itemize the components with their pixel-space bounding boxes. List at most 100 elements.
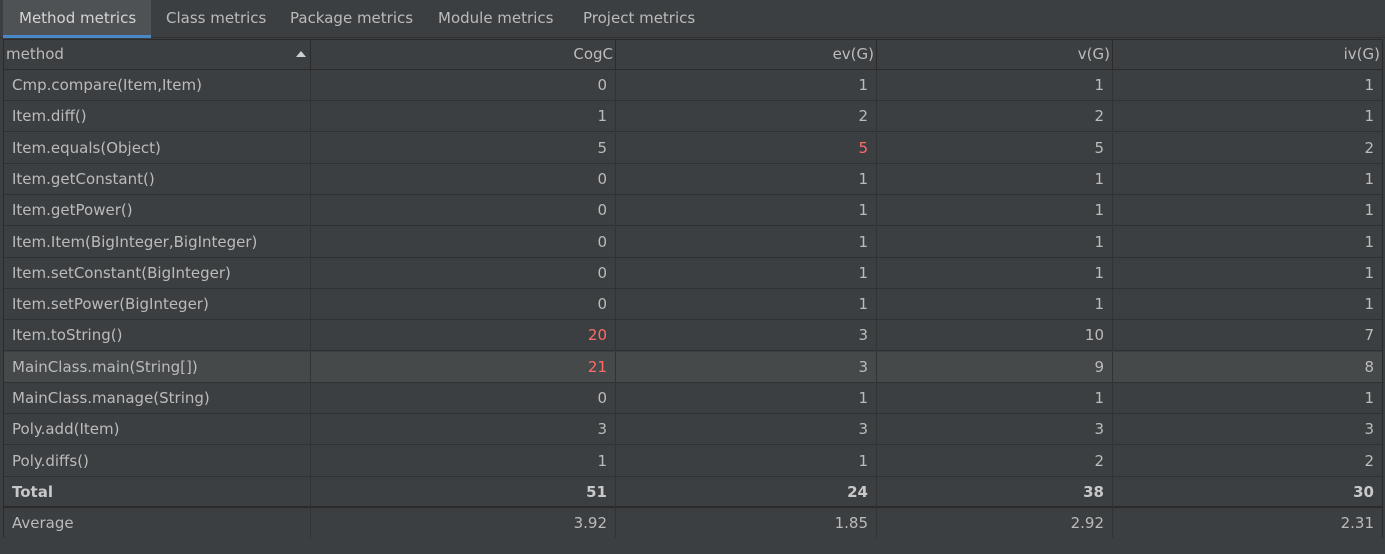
cell-method: Cmp.compare(Item,Item) bbox=[4, 70, 311, 100]
cell-cogc: 0 bbox=[311, 383, 616, 413]
cell-iv: 1 bbox=[1364, 233, 1374, 251]
cell-ev: 1 bbox=[616, 383, 877, 413]
tab-project-metrics[interactable]: Project metrics bbox=[568, 0, 708, 38]
cell-ev: 3 bbox=[616, 414, 877, 444]
cell-v: 3 bbox=[877, 414, 1113, 444]
column-header-iv[interactable]: iv(G) bbox=[1113, 40, 1382, 69]
table-row[interactable]: Cmp.compare(Item,Item) 0 1 1 1 bbox=[4, 70, 1382, 101]
cell-cogc: 21 bbox=[311, 352, 616, 382]
cell-v: 38 bbox=[877, 477, 1113, 507]
cell-cogc: 1 bbox=[311, 101, 616, 131]
cell-v: 1 bbox=[877, 195, 1113, 225]
tab-class-metrics[interactable]: Class metrics bbox=[151, 0, 273, 38]
cell-iv: 1 bbox=[1364, 107, 1374, 125]
table-row[interactable]: Poly.add(Item) 3 3 3 3 bbox=[4, 414, 1382, 445]
table-row[interactable]: MainClass.main(String[]) 21 3 9 8 bbox=[4, 352, 1382, 383]
cell-ev: 1 bbox=[616, 258, 877, 288]
cell-cogc: 0 bbox=[311, 289, 616, 319]
cell-v: 2 bbox=[877, 101, 1113, 131]
cell-ev: 2 bbox=[616, 101, 877, 131]
cell-v: 9 bbox=[877, 352, 1113, 382]
cell-v: 10 bbox=[877, 320, 1113, 350]
cell-v: 1 bbox=[877, 164, 1113, 194]
column-header-ev[interactable]: ev(G) bbox=[616, 40, 877, 69]
cell-iv: 3 bbox=[1364, 420, 1374, 438]
column-header-label: method bbox=[6, 45, 64, 63]
table-row[interactable]: Item.setPower(BigInteger) 0 1 1 1 bbox=[4, 289, 1382, 320]
cell-method: Poly.add(Item) bbox=[4, 414, 311, 444]
tab-module-metrics[interactable]: Module metrics bbox=[423, 0, 566, 38]
cell-ev: 1 bbox=[616, 446, 877, 476]
column-header-cogc[interactable]: CogC bbox=[311, 40, 616, 69]
cell-cogc: 0 bbox=[311, 227, 616, 257]
cell-v: 1 bbox=[877, 70, 1113, 100]
metrics-panel: Method metrics Class metrics Package met… bbox=[0, 0, 1385, 554]
cell-iv: 1 bbox=[1364, 295, 1374, 313]
cell-v: 2 bbox=[877, 446, 1113, 476]
cell-v: 1 bbox=[877, 383, 1113, 413]
cell-method: Poly.diffs() bbox=[4, 446, 311, 476]
cell-method: Item.setPower(BigInteger) bbox=[4, 289, 311, 319]
cell-cogc: 3 bbox=[311, 414, 616, 444]
tab-method-metrics[interactable]: Method metrics bbox=[3, 0, 151, 38]
cell-cogc: 20 bbox=[311, 320, 616, 350]
cell-iv: 1 bbox=[1364, 201, 1374, 219]
cell-ev: 1 bbox=[616, 195, 877, 225]
table-row[interactable]: Item.Item(BigInteger,BigInteger) 0 1 1 1 bbox=[4, 227, 1382, 258]
cell-iv: 2 bbox=[1364, 139, 1374, 157]
cell-ev: 3 bbox=[616, 320, 877, 350]
cell-iv: 8 bbox=[1364, 358, 1374, 376]
cell-method: Item.Item(BigInteger,BigInteger) bbox=[4, 227, 311, 257]
panel-footer bbox=[0, 538, 1385, 554]
cell-ev: 3 bbox=[616, 352, 877, 382]
cell-ev: 1 bbox=[616, 227, 877, 257]
tab-package-metrics[interactable]: Package metrics bbox=[275, 0, 421, 38]
cell-cogc: 0 bbox=[311, 258, 616, 288]
table-row[interactable]: Item.toString() 20 3 10 7 bbox=[4, 320, 1382, 351]
average-row[interactable]: Average 3.92 1.85 2.92 2.31 bbox=[4, 508, 1382, 539]
cell-v: 2.92 bbox=[877, 508, 1113, 538]
total-row[interactable]: Total 51 24 38 30 bbox=[4, 477, 1382, 508]
table-row[interactable]: Item.equals(Object) 5 5 5 2 bbox=[4, 133, 1382, 164]
cell-ev: 1.85 bbox=[616, 508, 877, 538]
column-header-v[interactable]: v(G) bbox=[877, 40, 1113, 69]
cell-cogc: 5 bbox=[311, 133, 616, 163]
cell-v: 1 bbox=[877, 227, 1113, 257]
cell-method: MainClass.manage(String) bbox=[4, 383, 311, 413]
cell-cogc: 51 bbox=[311, 477, 616, 507]
cell-cogc: 1 bbox=[311, 446, 616, 476]
cell-cogc: 0 bbox=[311, 164, 616, 194]
cell-iv: 1 bbox=[1364, 389, 1374, 407]
cell-method: Item.toString() bbox=[4, 320, 311, 350]
table-row[interactable]: Item.diff() 1 2 2 1 bbox=[4, 101, 1382, 132]
cell-ev: 5 bbox=[616, 133, 877, 163]
cell-cogc: 0 bbox=[311, 195, 616, 225]
cell-v: 1 bbox=[877, 258, 1113, 288]
table-row[interactable]: Item.getConstant() 0 1 1 1 bbox=[4, 164, 1382, 195]
cell-v: 1 bbox=[877, 289, 1113, 319]
table-row[interactable]: Item.setConstant(BigInteger) 0 1 1 1 bbox=[4, 258, 1382, 289]
cell-method: Item.getPower() bbox=[4, 195, 311, 225]
cell-iv: 7 bbox=[1364, 326, 1374, 344]
cell-iv: 2 bbox=[1364, 452, 1374, 470]
cell-method: Item.setConstant(BigInteger) bbox=[4, 258, 311, 288]
method-metrics-table: method CogC ev(G) v(G) iv(G) Cmp.compare… bbox=[3, 39, 1383, 539]
cell-method: Average bbox=[4, 508, 311, 538]
sort-ascending-icon bbox=[296, 51, 306, 57]
cell-iv: 30 bbox=[1353, 483, 1374, 501]
cell-cogc: 3.92 bbox=[311, 508, 616, 538]
cell-method: Item.getConstant() bbox=[4, 164, 311, 194]
column-header-method[interactable]: method bbox=[4, 40, 311, 69]
table-row[interactable]: MainClass.manage(String) 0 1 1 1 bbox=[4, 383, 1382, 414]
cell-ev: 1 bbox=[616, 289, 877, 319]
table-row[interactable]: Poly.diffs() 1 1 2 2 bbox=[4, 446, 1382, 477]
table-row[interactable]: Item.getPower() 0 1 1 1 bbox=[4, 195, 1382, 226]
table-header: method CogC ev(G) v(G) iv(G) bbox=[4, 39, 1382, 70]
cell-method: Total bbox=[4, 477, 311, 507]
cell-ev: 1 bbox=[616, 70, 877, 100]
cell-method: Item.diff() bbox=[4, 101, 311, 131]
cell-ev: 24 bbox=[616, 477, 877, 507]
cell-iv: 1 bbox=[1364, 170, 1374, 188]
cell-ev: 1 bbox=[616, 164, 877, 194]
cell-method: MainClass.main(String[]) bbox=[4, 352, 311, 382]
